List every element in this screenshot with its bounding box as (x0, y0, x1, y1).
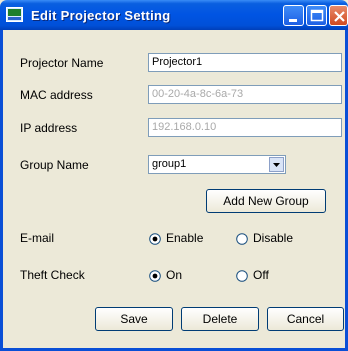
theft-check-label: Theft Check (20, 268, 85, 282)
minimize-button[interactable] (283, 5, 304, 26)
theft-check-off-label: Off (253, 268, 269, 282)
theft-check-on-radio[interactable] (149, 269, 161, 282)
ip-address-label: IP address (20, 121, 78, 135)
email-enable-radio[interactable] (149, 232, 161, 245)
cancel-button[interactable]: Cancel (267, 307, 344, 331)
mac-address-label: MAC address (20, 88, 93, 102)
title-bar[interactable]: Edit Projector Setting (0, 0, 348, 30)
maximize-button[interactable] (306, 5, 327, 26)
group-name-selected: group1 (152, 158, 187, 170)
dialog-window: Edit Projector Setting Projector Name Pr… (0, 0, 348, 351)
group-name-label: Group Name (20, 158, 89, 172)
save-button[interactable]: Save (95, 307, 173, 331)
theft-check-on-label: On (166, 268, 183, 282)
add-new-group-button[interactable]: Add New Group (206, 189, 326, 213)
theft-check-off-radio[interactable] (236, 269, 248, 282)
window-border-left (0, 30, 3, 351)
mac-address-field: 00-20-4a-8c-6a-73 (148, 85, 342, 104)
projector-name-input[interactable]: Projector1 (148, 53, 342, 72)
projector-name-label: Projector Name (20, 56, 104, 70)
chevron-down-icon[interactable] (269, 157, 284, 172)
projector-app-icon (6, 7, 23, 22)
group-name-select[interactable]: group1 (148, 155, 286, 174)
email-disable-radio[interactable] (236, 232, 248, 245)
email-label: E-mail (20, 231, 55, 245)
email-disable-label: Disable (253, 231, 294, 245)
delete-button[interactable]: Delete (181, 307, 259, 331)
close-button[interactable] (329, 5, 348, 26)
ip-address-field: 192.168.0.10 (148, 118, 342, 137)
window-title: Edit Projector Setting (31, 8, 171, 23)
email-enable-label: Enable (166, 231, 204, 245)
